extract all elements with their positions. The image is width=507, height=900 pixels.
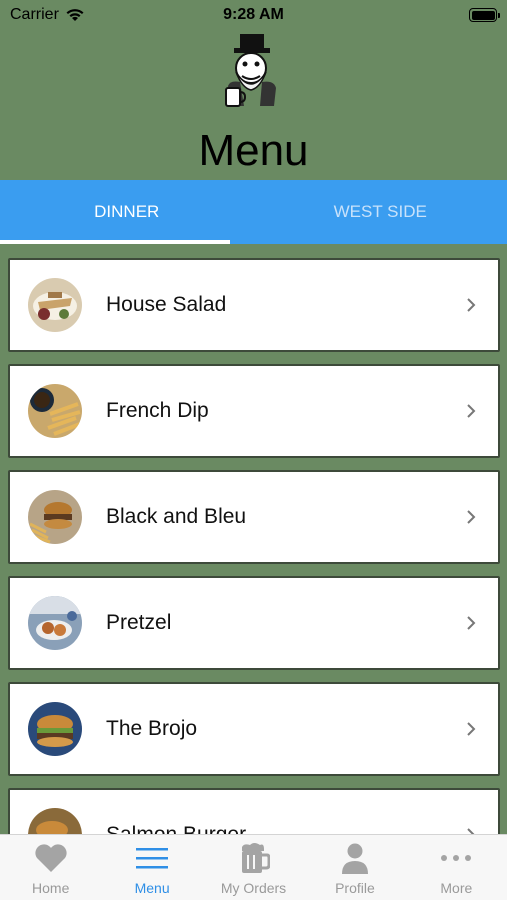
nav-menu-label: Menu	[134, 880, 170, 896]
nav-my-orders[interactable]: My Orders	[203, 835, 304, 900]
tab-dinner-label: DINNER	[94, 202, 160, 221]
chevron-right-icon	[467, 722, 476, 736]
category-tabs: DINNER WEST SIDE	[0, 180, 507, 244]
chevron-right-icon	[467, 404, 476, 418]
nav-more-label: More	[440, 880, 473, 896]
battery-icon	[469, 8, 500, 22]
chevron-right-icon	[467, 298, 476, 312]
menu-item-label: Salmon Burger	[106, 823, 464, 834]
nav-profile-label: Profile	[335, 880, 375, 896]
menu-item-house-salad[interactable]: House Salad	[8, 258, 500, 352]
hamburger-menu-icon	[134, 841, 170, 875]
food-thumbnail	[28, 596, 82, 650]
food-thumbnail	[28, 702, 82, 756]
status-left: Carrier	[10, 6, 85, 24]
chevron-right-icon	[467, 510, 476, 524]
menu-item-black-and-bleu[interactable]: Black and Bleu	[8, 470, 500, 564]
menu-item-pretzel[interactable]: Pretzel	[8, 576, 500, 670]
menu-item-salmon-burger[interactable]: Salmon Burger	[8, 788, 500, 834]
bottom-tab-bar: Home Menu My Orders Profile More	[0, 834, 507, 900]
tab-dinner[interactable]: DINNER	[0, 180, 254, 244]
nav-my-orders-label: My Orders	[220, 880, 287, 896]
food-thumbnail	[28, 490, 82, 544]
chevron-right-icon	[467, 616, 476, 630]
food-thumbnail	[28, 384, 82, 438]
nav-menu[interactable]: Menu	[101, 835, 202, 900]
nav-home-label: Home	[32, 880, 70, 896]
menu-item-label: French Dip	[106, 399, 209, 422]
menu-item-label: The Brojo	[106, 717, 198, 740]
wifi-icon	[66, 9, 84, 21]
tab-west-side-label: WEST SIDE	[333, 202, 427, 221]
food-thumbnail	[28, 278, 82, 332]
tab-west-side[interactable]: WEST SIDE	[254, 180, 507, 244]
chevron-right-icon	[467, 828, 475, 834]
carrier-label: Carrier	[10, 6, 59, 23]
nav-home[interactable]: Home	[0, 835, 101, 900]
nav-more[interactable]: More	[406, 835, 507, 900]
menu-item-label: House Salad	[106, 293, 227, 316]
menu-list[interactable]: House Salad French Dip Black and Bleu Pr…	[8, 258, 500, 834]
tab-selected-indicator	[0, 240, 230, 244]
heart-icon	[33, 841, 69, 875]
food-thumbnail	[28, 808, 82, 834]
person-icon	[337, 841, 373, 875]
page-title: Menu	[198, 126, 309, 175]
menu-item-label: Pretzel	[106, 611, 172, 634]
more-dots-icon	[438, 841, 474, 875]
restaurant-logo	[225, 34, 276, 107]
status-bar: Carrier 9:28 AM	[0, 0, 507, 30]
header: Menu	[0, 30, 507, 180]
menu-item-label: Black and Bleu	[106, 505, 247, 528]
menu-item-french-dip[interactable]: French Dip	[8, 364, 500, 458]
beer-mug-icon	[236, 841, 272, 875]
menu-item-the-brojo[interactable]: The Brojo	[8, 682, 500, 776]
nav-profile[interactable]: Profile	[304, 835, 405, 900]
